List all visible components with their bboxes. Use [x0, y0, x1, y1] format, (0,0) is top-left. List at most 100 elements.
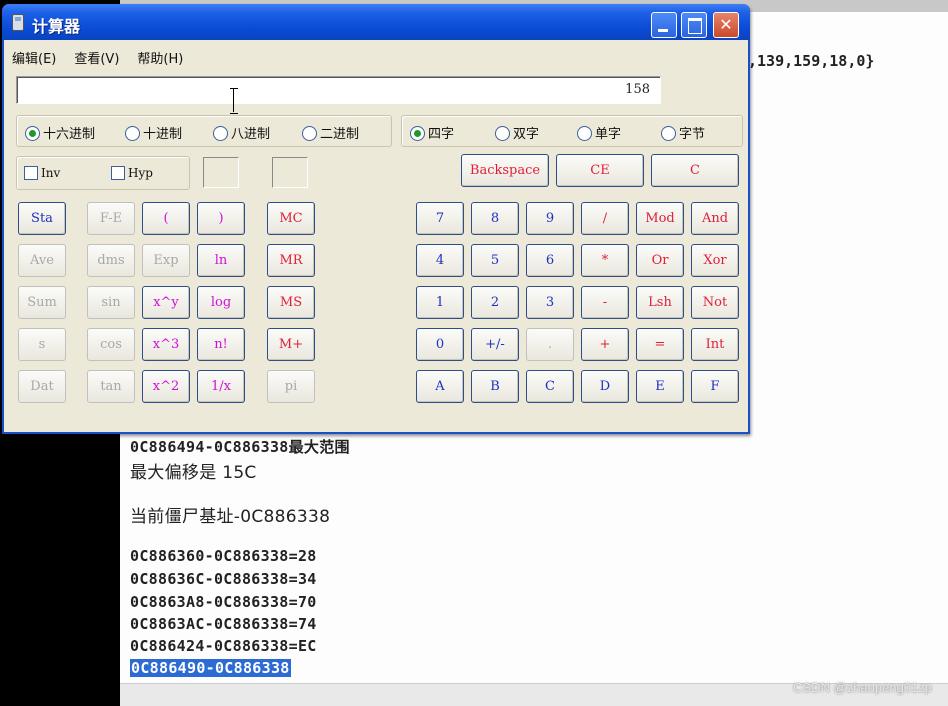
digit-3-button[interactable]: 3 — [526, 286, 574, 319]
maximize-icon[interactable] — [681, 12, 707, 38]
sta-button[interactable]: Sta — [18, 202, 66, 235]
ave-button[interactable]: Ave — [18, 244, 66, 277]
digit-8-button[interactable]: 8 — [471, 202, 519, 235]
decimal-button[interactable]: . — [526, 328, 574, 361]
editor-line: 0C8863AC-0C886338=74 — [130, 615, 317, 633]
digit-7-button[interactable]: 7 — [416, 202, 464, 235]
cos-button[interactable]: cos — [87, 328, 135, 361]
not-button[interactable]: Not — [691, 286, 739, 319]
dat-button[interactable]: Dat — [18, 370, 66, 403]
hex-a-button[interactable]: A — [416, 370, 464, 403]
editor-text-fragment: ,139,159,18,0} — [748, 52, 875, 70]
add-button[interactable]: + — [581, 328, 629, 361]
sin-button[interactable]: sin — [87, 286, 135, 319]
close-icon[interactable]: ✕ — [713, 12, 739, 38]
backspace-button[interactable]: Backspace — [461, 154, 549, 187]
editor-line: 0C88636C-0C886338=34 — [130, 570, 317, 588]
mod-button[interactable]: Mod — [636, 202, 684, 235]
result-display[interactable]: 158 — [16, 76, 661, 104]
menu-help[interactable]: 帮助(H) — [137, 48, 183, 68]
minimize-icon[interactable] — [651, 12, 677, 38]
clear-entry-button[interactable]: CE — [556, 154, 644, 187]
or-button[interactable]: Or — [636, 244, 684, 277]
int-button[interactable]: Int — [691, 328, 739, 361]
hex-e-button[interactable]: E — [636, 370, 684, 403]
exp-button[interactable]: Exp — [142, 244, 190, 277]
digit-4-button[interactable]: 4 — [416, 244, 464, 277]
radio-dot — [125, 126, 140, 141]
calculator-icon — [12, 14, 24, 31]
mr-button[interactable]: MR — [267, 244, 315, 277]
lsh-button[interactable]: Lsh — [636, 286, 684, 319]
close-paren-button[interactable]: ) — [197, 202, 245, 235]
checkbox-box — [24, 166, 38, 180]
ms-button[interactable]: MS — [267, 286, 315, 319]
editor-line: 当前僵尸基址-0C886338 — [130, 507, 331, 527]
paren-indicator — [272, 157, 308, 188]
text-cursor-icon — [230, 88, 238, 114]
m-plus-button[interactable]: M+ — [267, 328, 315, 361]
radio-oct[interactable]: 八进制 — [213, 123, 270, 142]
editor-line: 最大偏移是 15C — [130, 463, 257, 483]
pi-button[interactable]: pi — [267, 370, 315, 403]
editor-line: 0C886494-0C886338最大范围 — [130, 438, 350, 456]
editor-line: 0C886424-0C886338=EC — [130, 637, 317, 655]
radio-qword[interactable]: 四字 — [410, 123, 454, 142]
radio-hex[interactable]: 十六进制 — [25, 123, 95, 142]
mc-button[interactable]: MC — [267, 202, 315, 235]
clear-button[interactable]: C — [651, 154, 739, 187]
checkbox-hyp[interactable]: Hyp — [111, 166, 153, 180]
radio-dec[interactable]: 十进制 — [125, 123, 182, 142]
watermark: CSDN @zhaopeng01zp — [793, 680, 932, 695]
negate-button[interactable]: +/- — [471, 328, 519, 361]
hex-c-button[interactable]: C — [526, 370, 574, 403]
editor-line-selected[interactable]: 0C886490-0C886338 — [130, 659, 291, 677]
factorial-button[interactable]: n! — [197, 328, 245, 361]
fe-button[interactable]: F-E — [87, 202, 135, 235]
open-paren-button[interactable]: ( — [142, 202, 190, 235]
radio-bin[interactable]: 二进制 — [302, 123, 359, 142]
ln-button[interactable]: ln — [197, 244, 245, 277]
menu-edit[interactable]: 编辑(E) — [12, 48, 56, 68]
divide-button[interactable]: / — [581, 202, 629, 235]
log-button[interactable]: log — [197, 286, 245, 319]
s-button[interactable]: s — [18, 328, 66, 361]
modifier-group: Inv Hyp — [16, 156, 190, 190]
window-title: 计算器 — [32, 17, 81, 36]
checkbox-inv[interactable]: Inv — [24, 166, 60, 180]
tan-button[interactable]: tan — [87, 370, 135, 403]
x-cubed-button[interactable]: x^3 — [142, 328, 190, 361]
radio-word[interactable]: 单字 — [577, 123, 621, 142]
digit-1-button[interactable]: 1 — [416, 286, 464, 319]
memory-indicator — [203, 157, 239, 188]
radio-dot — [661, 126, 676, 141]
digit-6-button[interactable]: 6 — [526, 244, 574, 277]
x-pow-y-button[interactable]: x^y — [142, 286, 190, 319]
number-base-group: 十六进制 十进制 八进制 二进制 — [16, 115, 392, 147]
multiply-button[interactable]: * — [581, 244, 629, 277]
digit-9-button[interactable]: 9 — [526, 202, 574, 235]
title-bar[interactable]: 计算器 ✕ — [2, 4, 750, 40]
and-button[interactable]: And — [691, 202, 739, 235]
radio-dword[interactable]: 双字 — [495, 123, 539, 142]
xor-button[interactable]: Xor — [691, 244, 739, 277]
radio-byte[interactable]: 字节 — [661, 123, 705, 142]
menu-view[interactable]: 查看(V) — [74, 48, 119, 68]
sum-button[interactable]: Sum — [18, 286, 66, 319]
x-squared-button[interactable]: x^2 — [142, 370, 190, 403]
hex-d-button[interactable]: D — [581, 370, 629, 403]
hex-f-button[interactable]: F — [691, 370, 739, 403]
editor-line: 0C8863A8-0C886338=70 — [130, 593, 317, 611]
subtract-button[interactable]: - — [581, 286, 629, 319]
radio-dot — [213, 126, 228, 141]
equals-button[interactable]: = — [636, 328, 684, 361]
radio-dot — [495, 126, 510, 141]
checkbox-box — [111, 166, 125, 180]
dms-button[interactable]: dms — [87, 244, 135, 277]
calculator-window[interactable]: 计算器 ✕ 编辑(E) 查看(V) 帮助(H) 158 十六进制 十进制 八进制… — [2, 4, 750, 434]
digit-0-button[interactable]: 0 — [416, 328, 464, 361]
digit-2-button[interactable]: 2 — [471, 286, 519, 319]
reciprocal-button[interactable]: 1/x — [197, 370, 245, 403]
hex-b-button[interactable]: B — [471, 370, 519, 403]
digit-5-button[interactable]: 5 — [471, 244, 519, 277]
